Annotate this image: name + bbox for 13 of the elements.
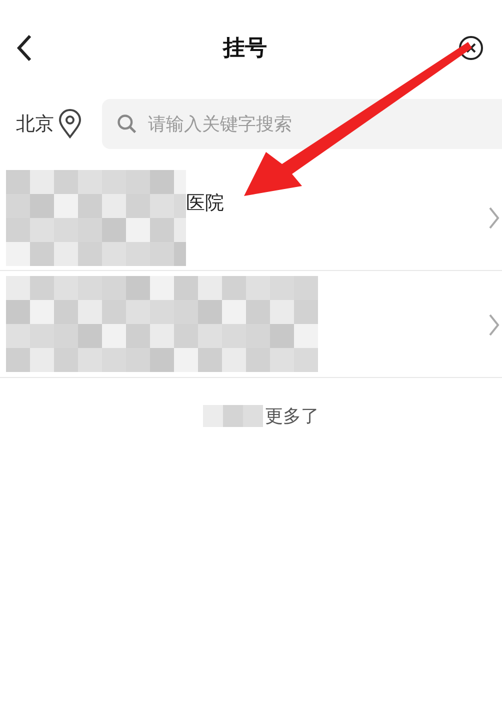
location-pin-icon[interactable] bbox=[58, 109, 82, 139]
search-icon bbox=[116, 113, 138, 135]
search-field[interactable]: 请输入关键字搜索 bbox=[102, 99, 502, 149]
chevron-right-icon bbox=[488, 313, 500, 337]
mosaic-drawing bbox=[203, 405, 263, 427]
end-of-list-text: 更多了 bbox=[265, 405, 319, 428]
back-icon[interactable] bbox=[16, 34, 32, 62]
close-icon[interactable] bbox=[458, 35, 484, 61]
page-title: 挂号 bbox=[223, 35, 267, 63]
hospital-row[interactable]: 医院 bbox=[0, 164, 502, 271]
hospital-name: 医院 bbox=[186, 191, 224, 216]
city-label[interactable]: 北京 bbox=[16, 111, 54, 137]
chevron-right-icon bbox=[488, 206, 500, 230]
